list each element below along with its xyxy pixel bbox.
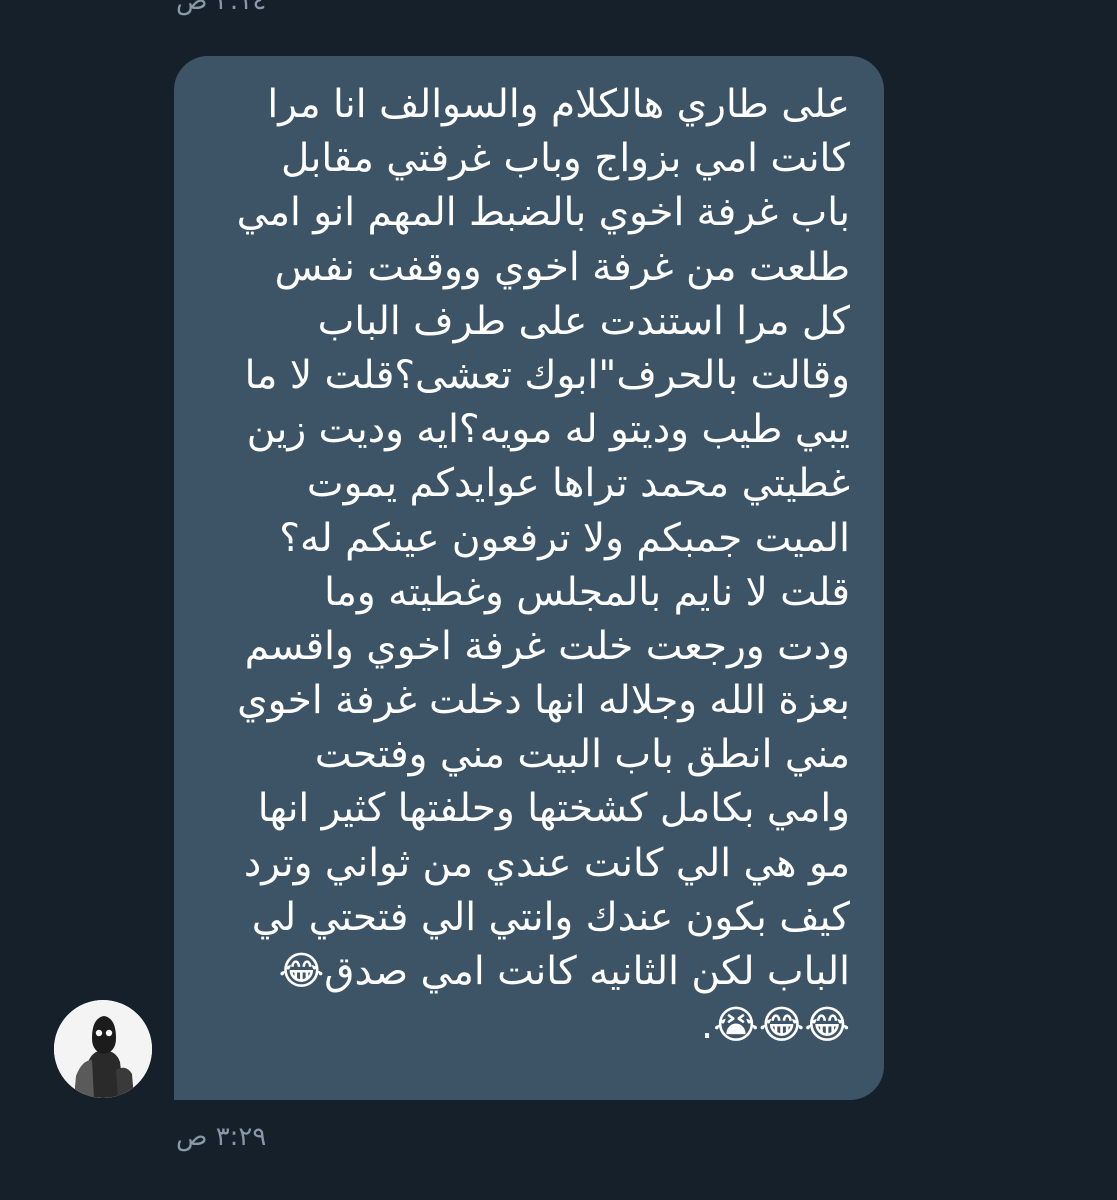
message-line: باب غرفة اخوي بالضبط المهم انو امي xyxy=(236,190,850,236)
message-line: بعزة الله وجلاله انها دخلت غرفة اخوي xyxy=(237,678,850,724)
message-line: 😂😂😭. xyxy=(700,1003,850,1049)
message-line: مني انطق باب البيت مني وفتحت xyxy=(314,732,850,778)
message-line: الميت جمبكم ولا ترفعون عينكم له؟ xyxy=(279,515,850,561)
user-avatar-icon[interactable] xyxy=(54,1000,152,1098)
message-line: كيف بكون عندك وانتي الي فتحتي لي xyxy=(251,894,850,940)
message-bubble[interactable]: على طاري هالكلام والسوالف انا مرا كانت ا… xyxy=(174,56,884,1100)
message-line: مو هي الي كانت عندي من ثواني وترد xyxy=(243,840,850,886)
message-line: كل مرا استندت على طرف الباب xyxy=(317,298,850,344)
message-line: قلت لا نايم بالمجلس وغطيته وما xyxy=(324,569,850,615)
message-line: على طاري هالكلام والسوالف انا مرا xyxy=(267,82,850,127)
dm-conversation: ٣:١٤ ص على طاري هالكلام والسوالف انا مرا… xyxy=(0,0,1117,1200)
message-line: الباب لكن الثانيه كانت امي صدق😂 xyxy=(278,949,850,994)
message-line: غطيتي محمد تراها عوايدكم يموت xyxy=(306,461,850,507)
message-line: طلعت من غرفة اخوي ووقفت نفس xyxy=(274,244,850,290)
message-line: كانت امي بزواج وباب غرفتي مقابل xyxy=(280,136,850,182)
message-line: يبي طيب وديتو له مويه؟ايه وديت زين xyxy=(246,407,850,453)
message-text: على طاري هالكلام والسوالف انا مرا كانت ا… xyxy=(204,78,850,1053)
message-line: وامي بكامل كشختها وحلفتها كثير انها xyxy=(257,786,850,832)
message-line: ودت ورجعت خلت غرفة اخوي واقسم xyxy=(244,623,850,669)
avatar-image xyxy=(54,1000,152,1098)
previous-message-timestamp: ٣:١٤ ص xyxy=(176,0,267,16)
message-line: وقالت بالحرف"ابوك تعشى؟قلت لا ما xyxy=(244,352,850,398)
message-timestamp: ٣:٢٩ ص xyxy=(176,1122,267,1152)
